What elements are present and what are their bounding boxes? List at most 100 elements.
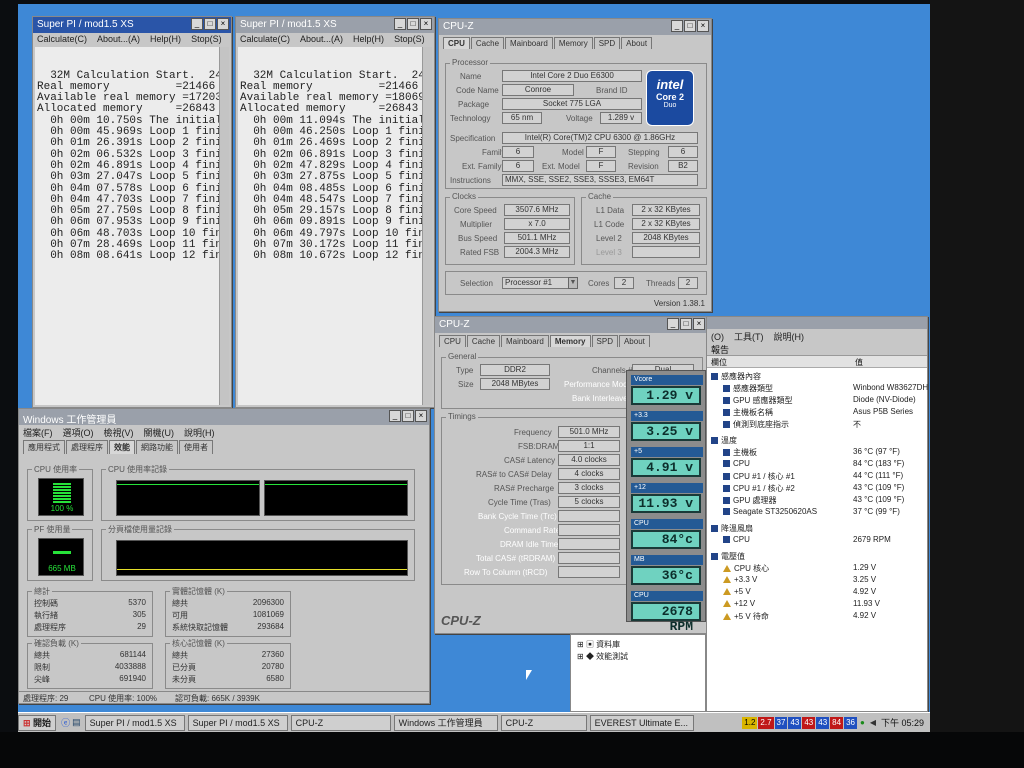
menu-stop[interactable]: Stop(S) — [191, 34, 222, 44]
system-clock[interactable]: 下午 05:29 — [879, 717, 926, 729]
sensor-row[interactable]: 主機板 — [723, 447, 757, 458]
tray-value[interactable]: 84 — [830, 716, 844, 729]
sensor-row[interactable]: +5 V — [723, 587, 751, 596]
tab-cache[interactable]: Cache — [470, 37, 505, 49]
tab-spd[interactable]: SPD — [593, 37, 621, 49]
tab-memory[interactable]: Memory — [553, 37, 593, 49]
minimize-icon[interactable]: _ — [671, 20, 683, 32]
sensor-row[interactable]: CPU #1 / 核心 #1 — [723, 471, 795, 482]
superpi-1-titlebar[interactable]: Super PI / mod1.5 XS _ □ × — [33, 17, 231, 33]
sensor-category[interactable]: 降溫風扇 — [711, 523, 753, 534]
sensor-row[interactable]: 感應器類型 — [723, 383, 773, 394]
cpuz-memory-titlebar[interactable]: CPU-Z _ □ × — [435, 317, 707, 333]
scrollbar[interactable] — [219, 47, 229, 405]
menu-help[interactable]: Help(H) — [353, 34, 384, 44]
menu-shutdown[interactable]: 關機(U) — [144, 428, 175, 438]
tab-cpu[interactable]: CPU — [439, 335, 466, 347]
menu-about[interactable]: About...(A) — [300, 34, 343, 44]
tray-value[interactable]: 36 — [844, 716, 857, 729]
report-button[interactable]: 報告 — [711, 345, 729, 355]
tree-item-database[interactable]: ⊞ ▣ 資料庫 — [577, 639, 620, 650]
processor-select[interactable]: Processor #1 — [502, 277, 574, 289]
menu-help[interactable]: Help(H) — [150, 34, 181, 44]
tab-performance[interactable]: 效能 — [109, 440, 135, 454]
sensor-row[interactable]: CPU — [723, 535, 750, 544]
network-icon[interactable]: ● — [858, 717, 867, 729]
superpi-window-2[interactable]: Super PI / mod1.5 XS _ □ × Calculate(C) Abo… — [235, 16, 435, 408]
task-manager-window[interactable]: Windows 工作管理員 _ □ × 檔案(F) 選項(O) 檢視(V) 關機(U) 說明… — [18, 408, 430, 704]
cpuz-titlebar[interactable]: CPU-Z _ □ × — [439, 19, 711, 35]
tab-mainboard[interactable]: Mainboard — [505, 37, 553, 49]
menu-tools[interactable]: 工具(T) — [734, 332, 764, 342]
everest-titlebar[interactable] — [707, 317, 927, 329]
menu-calculate[interactable]: Calculate(C) — [37, 34, 87, 44]
menu-options[interactable]: 選項(O) — [63, 428, 94, 438]
tab-networking[interactable]: 網路功能 — [136, 440, 178, 454]
maximize-icon[interactable]: □ — [204, 18, 216, 30]
taskbar-button-cpuz-2[interactable]: CPU-Z — [500, 714, 587, 731]
expand-icon[interactable]: ⊞ — [577, 652, 586, 661]
menu-about[interactable]: About...(A) — [97, 34, 140, 44]
sensor-row[interactable]: Seagate ST3250620AS — [723, 507, 817, 516]
taskbar-button-everest[interactable]: EVEREST Ultimate E... — [589, 714, 694, 731]
sensor-row[interactable]: +12 V — [723, 599, 755, 608]
task-manager-titlebar[interactable]: Windows 工作管理員 _ □ × — [19, 409, 429, 425]
tab-mainboard[interactable]: Mainboard — [501, 335, 549, 347]
maximize-icon[interactable]: □ — [680, 318, 692, 330]
tab-cache[interactable]: Cache — [466, 335, 501, 347]
sensor-category[interactable]: 電壓值 — [711, 551, 745, 562]
menu-help[interactable]: 說明(H) — [774, 332, 805, 342]
tab-spd[interactable]: SPD — [591, 335, 618, 347]
tab-about[interactable]: About — [618, 335, 650, 347]
tab-cpu[interactable]: CPU — [443, 37, 470, 49]
taskbar-button-cpuz-1[interactable]: CPU-Z — [290, 714, 391, 731]
maximize-icon[interactable]: □ — [684, 20, 696, 32]
sensor-category[interactable]: 溫度 — [711, 435, 737, 446]
menu-calculate[interactable]: Calculate(C) — [240, 34, 290, 44]
sensor-row[interactable]: CPU 核心 — [723, 563, 769, 574]
column-field-header[interactable]: 欄位 — [711, 357, 727, 368]
tray-value[interactable]: 37 — [774, 716, 788, 729]
quick-launch-desktop-icon[interactable]: ▤ — [72, 717, 81, 728]
tray-value[interactable]: 1.2 — [742, 716, 758, 729]
superpi-2-titlebar[interactable]: Super PI / mod1.5 XS _ □ × — [236, 17, 434, 33]
taskbar-button-superpi-1[interactable]: Super PI / mod1.5 XS — [84, 714, 185, 731]
sensor-row[interactable]: 主機板名稱 — [723, 407, 773, 418]
tab-about[interactable]: About — [621, 37, 653, 49]
close-icon[interactable]: × — [697, 20, 709, 32]
cpuz-cpu-window[interactable]: CPU-Z _ □ × CPU Cache Mainboard Memory SPD… — [438, 18, 712, 312]
tray-value[interactable]: 2.7 — [758, 716, 774, 729]
minimize-icon[interactable]: _ — [667, 318, 679, 330]
volume-icon[interactable]: ◀ — [868, 717, 878, 729]
close-icon[interactable]: × — [693, 318, 705, 330]
chevron-down-icon[interactable]: ▼ — [568, 277, 578, 289]
close-icon[interactable]: × — [217, 18, 229, 30]
menu-stop[interactable]: Stop(S) — [394, 34, 425, 44]
superpi-window-1[interactable]: Super PI / mod1.5 XS _ □ × Calculate(C) Abo… — [32, 16, 232, 408]
tab-users[interactable]: 使用者 — [179, 440, 213, 454]
expand-icon[interactable]: ⊞ — [577, 640, 586, 649]
taskbar-button-superpi-2[interactable]: Super PI / mod1.5 XS — [187, 714, 288, 731]
sensor-row[interactable]: GPU 感應器類型 — [723, 395, 793, 406]
menu-file[interactable]: 檔案(F) — [23, 428, 53, 438]
sensor-row[interactable]: +3.3 V — [723, 575, 757, 584]
taskbar-button-taskmgr[interactable]: Windows 工作管理員 — [393, 714, 498, 731]
start-button[interactable]: ⊞ 開始 — [18, 714, 57, 731]
tray-value[interactable]: 43 — [788, 716, 802, 729]
sensor-row[interactable]: +5 V 待命 — [723, 611, 769, 622]
menu-help[interactable]: 說明(H) — [184, 428, 215, 438]
sensor-row[interactable]: CPU — [723, 459, 750, 468]
close-icon[interactable]: × — [420, 18, 432, 30]
menu-option[interactable]: (O) — [711, 332, 724, 342]
scrollbar[interactable] — [422, 47, 432, 405]
tab-memory[interactable]: Memory — [549, 335, 591, 347]
menu-view[interactable]: 檢視(V) — [104, 428, 134, 438]
sensor-row[interactable]: CPU #1 / 核心 #2 — [723, 483, 795, 494]
close-icon[interactable]: × — [415, 410, 427, 422]
sensor-gadget[interactable]: Vcore 1.29 v +3.3 3.25 v +5 4.91 v +12 11.93 v C… — [626, 370, 706, 634]
sensor-row[interactable]: GPU 處理器 — [723, 495, 777, 506]
column-value-header[interactable]: 值 — [855, 357, 863, 368]
tab-applications[interactable]: 應用程式 — [23, 440, 65, 454]
minimize-icon[interactable]: _ — [394, 18, 406, 30]
maximize-icon[interactable]: □ — [407, 18, 419, 30]
